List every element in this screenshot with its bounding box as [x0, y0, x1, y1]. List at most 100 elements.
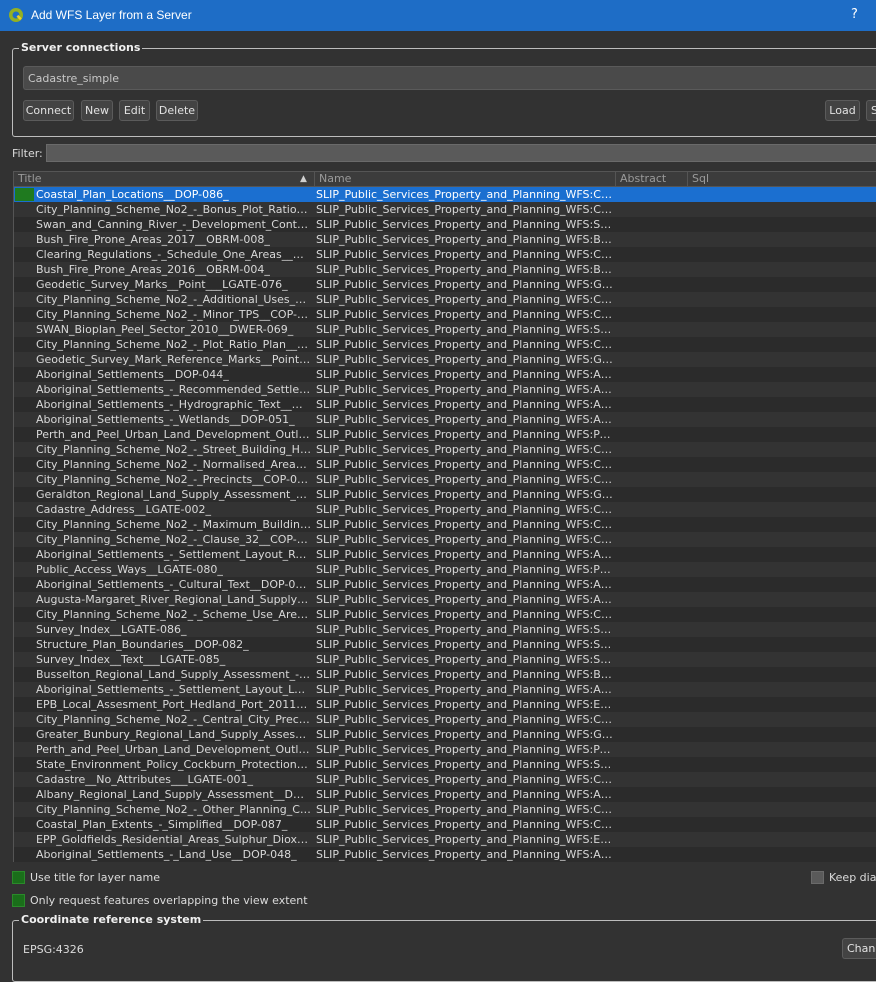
cell-name: SLIP_Public_Services_Property_and_Planni…: [316, 203, 613, 216]
change-crs-button[interactable]: Chang: [842, 938, 876, 959]
table-row[interactable]: City_Planning_Scheme_No2_-_Maximum_Build…: [14, 517, 876, 532]
table-row[interactable]: Geraldton_Regional_Land_Supply_Assessmen…: [14, 487, 876, 502]
table-row[interactable]: EPB_Local_Assesment_Port_Hedland_Port_20…: [14, 697, 876, 712]
table-row[interactable]: SWAN_Bioplan_Peel_Sector_2010__DWER-069_…: [14, 322, 876, 337]
table-row[interactable]: City_Planning_Scheme_No2_-_Street_Buildi…: [14, 442, 876, 457]
cell-name: SLIP_Public_Services_Property_and_Planni…: [316, 323, 613, 336]
cell-name: SLIP_Public_Services_Property_and_Planni…: [316, 578, 613, 591]
table-row[interactable]: City_Planning_Scheme_No2_-_Scheme_Use_Ar…: [14, 607, 876, 622]
sort-ascending-icon: ▲: [300, 174, 307, 184]
cell-name: SLIP_Public_Services_Property_and_Planni…: [316, 218, 613, 231]
table-row[interactable]: EPP_Goldfields_Residential_Areas_Sulphur…: [14, 832, 876, 847]
row-checkbox-indicator[interactable]: [15, 188, 34, 201]
table-row[interactable]: City_Planning_Scheme_No2_-_Minor_TPS__CO…: [14, 307, 876, 322]
only-request-checkbox[interactable]: [12, 894, 25, 907]
layers-table[interactable]: Title ▲ Name Abstract Sql Coastal_Plan_L…: [13, 171, 876, 862]
cell-title: Perth_and_Peel_Urban_Land_Development_Ou…: [36, 743, 311, 756]
table-body: Coastal_Plan_Locations__DOP-086_ SLIP_Pub…: [14, 187, 876, 862]
table-row[interactable]: Survey_Index__Text___LGATE-085_ SLIP_Publ…: [14, 652, 876, 667]
save-button[interactable]: S: [866, 100, 876, 121]
filter-input[interactable]: [46, 144, 876, 162]
table-row[interactable]: Coastal_Plan_Extents_-_Simplified__DOP-0…: [14, 817, 876, 832]
table-row[interactable]: Aboriginal_Settlements_-_Settlement_Layo…: [14, 682, 876, 697]
table-row[interactable]: Aboriginal_Settlements_-_Land_Use__DOP-0…: [14, 847, 876, 862]
cell-name: SLIP_Public_Services_Property_and_Planni…: [316, 458, 613, 471]
table-row[interactable]: Coastal_Plan_Locations__DOP-086_ SLIP_Pub…: [14, 187, 876, 202]
cell-title: Augusta-Margaret_River_Regional_Land_Sup…: [36, 593, 311, 606]
filter-label: Filter:: [12, 147, 43, 160]
table-row[interactable]: Geodetic_Survey_Marks__Point___LGATE-076…: [14, 277, 876, 292]
cell-name: SLIP_Public_Services_Property_and_Planni…: [316, 488, 613, 501]
table-row[interactable]: Survey_Index__LGATE-086_ SLIP_Public_Serv…: [14, 622, 876, 637]
column-header-sql[interactable]: Sql: [688, 172, 876, 186]
column-header-name[interactable]: Name: [315, 172, 616, 186]
table-row[interactable]: Aboriginal_Settlements_-_Settlement_Layo…: [14, 547, 876, 562]
cell-title: Public_Access_Ways__LGATE-080_: [36, 563, 223, 576]
keep-dialog-checkbox[interactable]: [811, 871, 824, 884]
cell-title: Perth_and_Peel_Urban_Land_Development_Ou…: [36, 428, 311, 441]
table-row[interactable]: Clearing_Regulations_-_Schedule_One_Area…: [14, 247, 876, 262]
cell-name: SLIP_Public_Services_Property_and_Planni…: [316, 713, 613, 726]
help-button[interactable]: ?: [851, 7, 858, 22]
cell-name: SLIP_Public_Services_Property_and_Planni…: [316, 338, 613, 351]
table-row[interactable]: Aboriginal_Settlements_-_Wetlands__DOP-0…: [14, 412, 876, 427]
table-row[interactable]: Aboriginal_Settlements_-_Hydrographic_Te…: [14, 397, 876, 412]
cell-name: SLIP_Public_Services_Property_and_Planni…: [316, 353, 613, 366]
table-row[interactable]: Busselton_Regional_Land_Supply_Assessmen…: [14, 667, 876, 682]
cell-title: City_Planning_Scheme_No2_-_Central_City_…: [36, 713, 311, 726]
table-row[interactable]: City_Planning_Scheme_No2_-_Plot_Ratio_Pl…: [14, 337, 876, 352]
cell-title: Swan_and_Canning_River_-_Development_Con…: [36, 218, 311, 231]
table-row[interactable]: Cadastre__No_Attributes___LGATE-001_ SLIP…: [14, 772, 876, 787]
column-header-title[interactable]: Title: [14, 172, 315, 186]
cell-title: City_Planning_Scheme_No2_-_Precincts__CO…: [36, 473, 311, 486]
cell-name: SLIP_Public_Services_Property_and_Planni…: [316, 773, 613, 786]
cell-title: City_Planning_Scheme_No2_-_Maximum_Build…: [36, 518, 311, 531]
table-row[interactable]: Geodetic_Survey_Mark_Reference_Marks__Po…: [14, 352, 876, 367]
table-row[interactable]: City_Planning_Scheme_No2_-_Clause_32__CO…: [14, 532, 876, 547]
cell-name: SLIP_Public_Services_Property_and_Planni…: [316, 443, 613, 456]
table-row[interactable]: Aboriginal_Settlements_-_Cultural_Text__…: [14, 577, 876, 592]
cell-name: SLIP_Public_Services_Property_and_Planni…: [316, 428, 613, 441]
table-row[interactable]: Augusta-Margaret_River_Regional_Land_Sup…: [14, 592, 876, 607]
table-row[interactable]: City_Planning_Scheme_No2_-_Precincts__CO…: [14, 472, 876, 487]
cell-name: SLIP_Public_Services_Property_and_Planni…: [316, 683, 613, 696]
table-row[interactable]: State_Environment_Policy_Cockburn_Protec…: [14, 757, 876, 772]
delete-button[interactable]: Delete: [156, 100, 198, 121]
cell-name: SLIP_Public_Services_Property_and_Planni…: [316, 548, 613, 561]
table-row[interactable]: Greater_Bunbury_Regional_Land_Supply_Ass…: [14, 727, 876, 742]
table-row[interactable]: Public_Access_Ways__LGATE-080_ SLIP_Publi…: [14, 562, 876, 577]
column-header-abstract[interactable]: Abstract: [616, 172, 688, 186]
table-row[interactable]: Bush_Fire_Prone_Areas_2016__OBRM-004_ SLI…: [14, 262, 876, 277]
load-button[interactable]: Load: [825, 100, 860, 121]
table-row[interactable]: Perth_and_Peel_Urban_Land_Development_Ou…: [14, 427, 876, 442]
table-row[interactable]: Bush_Fire_Prone_Areas_2017__OBRM-008_ SLI…: [14, 232, 876, 247]
cell-name: SLIP_Public_Services_Property_and_Planni…: [316, 818, 613, 831]
cell-title: City_Planning_Scheme_No2_-_Scheme_Use_Ar…: [36, 608, 311, 621]
cell-name: SLIP_Public_Services_Property_and_Planni…: [316, 743, 613, 756]
cell-title: Busselton_Regional_Land_Supply_Assessmen…: [36, 668, 311, 681]
table-row[interactable]: Swan_and_Canning_River_-_Development_Con…: [14, 217, 876, 232]
edit-button[interactable]: Edit: [119, 100, 150, 121]
use-title-checkbox[interactable]: [12, 871, 25, 884]
table-row[interactable]: Perth_and_Peel_Urban_Land_Development_Ou…: [14, 742, 876, 757]
table-row[interactable]: City_Planning_Scheme_No2_-_Bonus_Plot_Ra…: [14, 202, 876, 217]
table-row[interactable]: Albany_Regional_Land_Supply_Assessment__…: [14, 787, 876, 802]
table-row[interactable]: City_Planning_Scheme_No2_-_Other_Plannin…: [14, 802, 876, 817]
server-connections-group: Server connections: [12, 41, 876, 137]
connection-select[interactable]: Cadastre_simple: [23, 66, 876, 90]
connect-button[interactable]: Connect: [23, 100, 74, 121]
cell-title: Survey_Index__LGATE-086_: [36, 623, 187, 636]
table-row[interactable]: Cadastre_Address__LGATE-002_ SLIP_Public_…: [14, 502, 876, 517]
cell-name: SLIP_Public_Services_Property_and_Planni…: [316, 728, 613, 741]
table-row[interactable]: Aboriginal_Settlements__DOP-044_ SLIP_Pub…: [14, 367, 876, 382]
cell-name: SLIP_Public_Services_Property_and_Planni…: [316, 623, 613, 636]
table-row[interactable]: City_Planning_Scheme_No2_-_Normalised_Ar…: [14, 457, 876, 472]
new-button[interactable]: New: [81, 100, 113, 121]
table-row[interactable]: Aboriginal_Settlements_-_Recommended_Set…: [14, 382, 876, 397]
table-row[interactable]: Structure_Plan_Boundaries__DOP-082_ SLIP_…: [14, 637, 876, 652]
table-row[interactable]: City_Planning_Scheme_No2_-_Additional_Us…: [14, 292, 876, 307]
cell-name: SLIP_Public_Services_Property_and_Planni…: [316, 608, 613, 621]
cell-title: Clearing_Regulations_-_Schedule_One_Area…: [36, 248, 311, 261]
cell-name: SLIP_Public_Services_Property_and_Planni…: [316, 308, 613, 321]
table-row[interactable]: City_Planning_Scheme_No2_-_Central_City_…: [14, 712, 876, 727]
